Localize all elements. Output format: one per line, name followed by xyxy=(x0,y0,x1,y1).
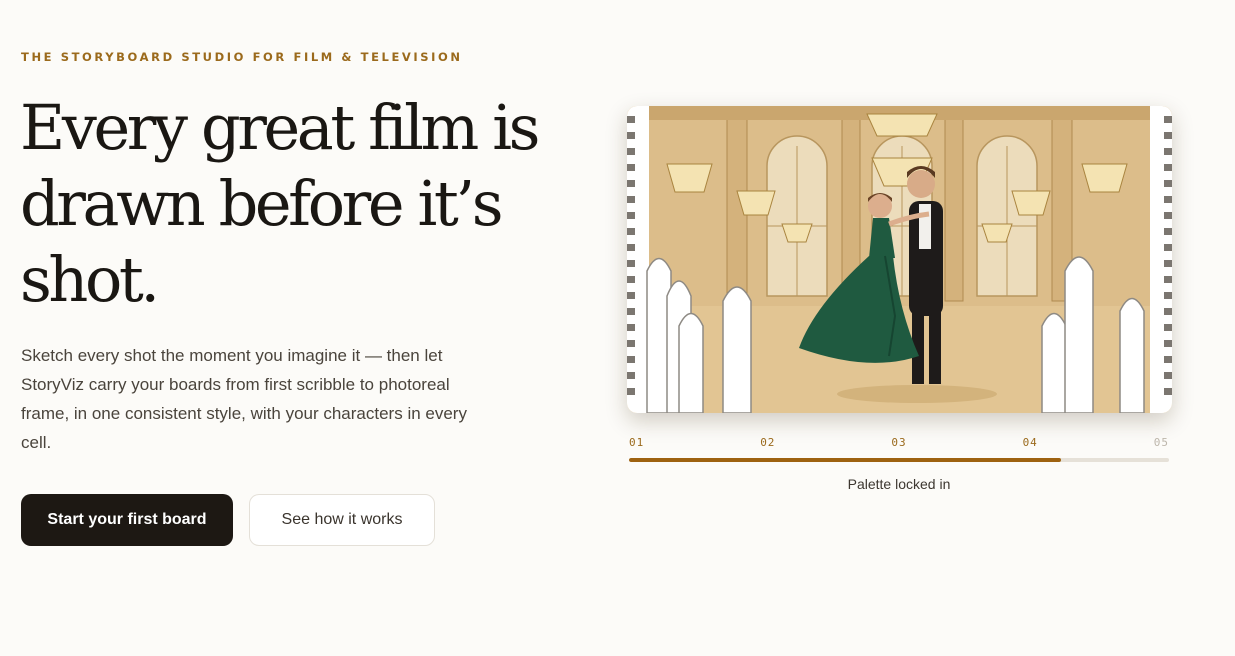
step-label: 05 xyxy=(1153,436,1169,449)
hero-headline: Every great film is drawn before it’s sh… xyxy=(20,90,580,318)
step-label: 01 xyxy=(629,436,645,449)
hero-eyebrow: THE STORYBOARD STUDIO FOR FILM & TELEVIS… xyxy=(21,50,463,64)
ballroom-dance-illustration xyxy=(627,106,1172,413)
progress-bar xyxy=(629,458,1169,462)
headline-line-3: shot. xyxy=(20,243,160,316)
progress-caption: Palette locked in xyxy=(847,476,951,492)
storyboard-preview-frame xyxy=(627,106,1172,413)
headline-line-2: drawn before it’s xyxy=(20,167,504,240)
see-how-it-works-button[interactable]: See how it works xyxy=(249,494,435,546)
progress-steps: 01 02 03 04 05 xyxy=(629,436,1169,449)
hero-description: Sketch every shot the moment you imagine… xyxy=(21,346,467,452)
headline-line-1: Every great film is xyxy=(20,91,541,164)
progress-bar-fill xyxy=(629,458,1061,462)
start-first-board-button[interactable]: Start your first board xyxy=(21,494,233,546)
step-label: 03 xyxy=(891,436,907,449)
step-label: 02 xyxy=(760,436,776,449)
step-label: 04 xyxy=(1022,436,1038,449)
